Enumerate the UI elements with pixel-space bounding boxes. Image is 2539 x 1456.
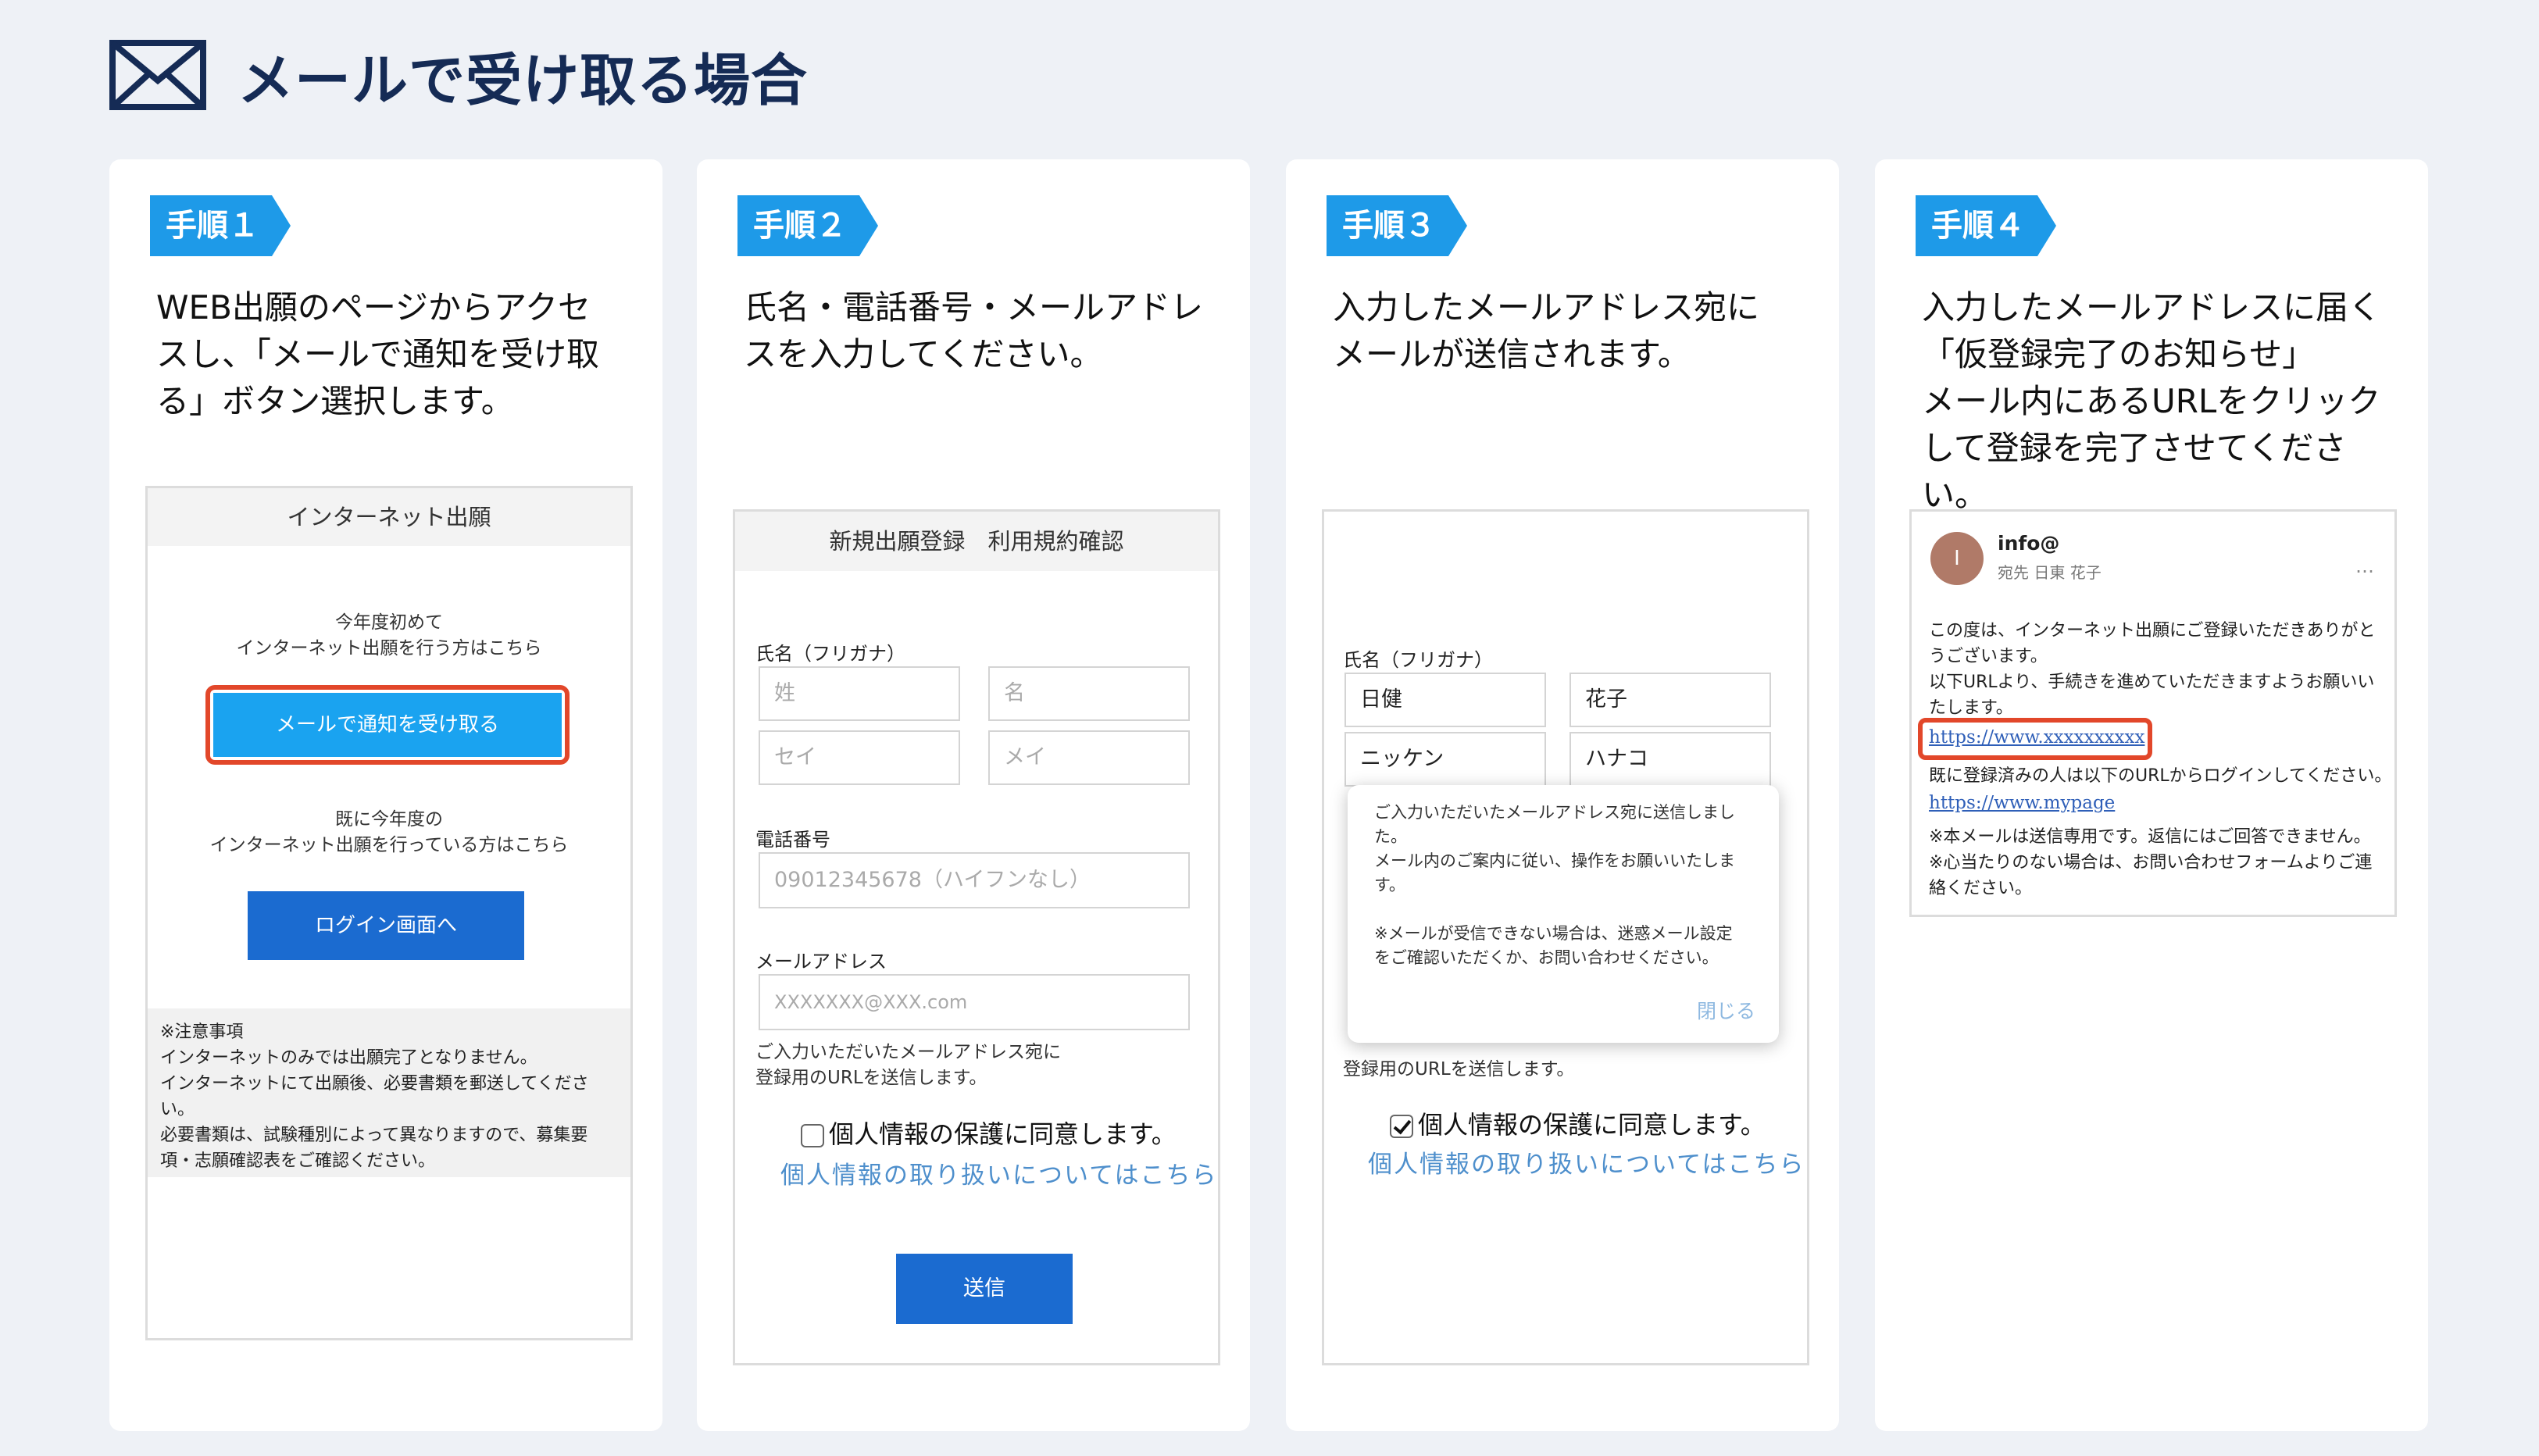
mail-body-intro: この度は、インターネット出願にご登録いただきありがと うございます。 以下URL… [1929,621,2376,718]
step-description: WEB出願のページからアクセ スし、「メールで通知を受け取 る」ボタン選択します… [156,288,600,420]
step-badge: 手順１ [150,195,291,256]
step-badge: 手順２ [737,195,878,256]
privacy-link[interactable]: 個人情報の取り扱いについてはこちら [780,1155,1217,1190]
sei-kana-input[interactable]: セイ [759,730,960,785]
submit-button[interactable]: 送信 [896,1254,1073,1324]
email-note: 登録用のURLを送信します。 [1343,1059,1575,1080]
sender-name: info@ [1998,532,2060,555]
mail-icon [109,40,206,110]
mei-kana-input[interactable]: メイ [988,730,1190,785]
notes-section: ※注意事項 インターネットのみでは出願完了となりません。 インターネットにて出願… [148,1008,630,1177]
mail-body-notice: ※本メールは送信専用です。返信にはご回答できません。 ※心当たりのない場合は、お… [1929,827,2373,898]
agree-checkbox-row[interactable]: 個人情報の保護に同意します。 [801,1115,1177,1151]
email-label: メールアドレス [755,951,887,972]
step-description: 氏名・電話番号・メールアドレ スを入力してください。 [744,288,1204,373]
step-badge: 手順３ [1327,195,1467,256]
page-header: メールで受け取る場合 [109,37,808,113]
screen-title: 新規出願登録 利用規約確認 [735,512,1218,571]
email-note: ご入力いただいたメールアドレス宛に 登録用のURLを送信します。 [755,1042,1061,1088]
step-description: 入力したメールアドレスに届く 「仮登録完了のお知らせ」 メール内にあるURLをク… [1922,288,2382,514]
more-icon[interactable]: … [2355,555,2374,577]
recipient-line: 宛先 日東 花子 [1998,563,2102,582]
mei-kana-input[interactable]: ハナコ [1569,732,1771,787]
privacy-link[interactable]: 個人情報の取り扱いについてはこちら [1368,1144,1805,1179]
step-card-4: 手順４ 入力したメールアドレスに届く 「仮登録完了のお知らせ」 メール内にあるU… [1875,159,2428,1431]
agree-checkbox[interactable] [801,1124,824,1147]
close-button[interactable]: 閉じる [1697,996,1755,1024]
sent-dialog: ご入力いただいたメールアドレス宛に送信しまし た。 メール内のご案内に従い、操作… [1348,785,1779,1043]
screen-title: インターネット出願 [148,488,630,546]
agree-checkbox-row[interactable]: 個人情報の保護に同意します。 [1390,1105,1766,1141]
login-button[interactable]: ログイン画面へ [248,891,524,960]
agree-checkbox-checked[interactable] [1390,1115,1413,1138]
sei-kanji-input[interactable]: 姓 [759,666,960,721]
mail-body-login: 既に登録済みの人は以下のURLからログインしてください。 [1929,766,2392,786]
screen-registration-form: 新規出願登録 利用規約確認 氏名（フリガナ） 姓 名 セイ メイ 電話番号 09… [733,509,1220,1365]
screen-mail-message: I info@ 宛先 日東 花子 … この度は、インターネット出願にご登録いただ… [1909,509,2397,917]
mei-kanji-input[interactable]: 花子 [1569,673,1771,727]
screen-sent-confirmation: 氏名（フリガナ） 日健 花子 ニッケン ハナコ ご入力いただいたメールアドレス宛… [1322,509,1809,1365]
mypage-url-link[interactable]: https://www.mypage [1929,793,2115,813]
existing-user-text: 既に今年度の インターネット出願を行っている方はこちら [209,809,569,855]
screen-internet-application: インターネット出願 今年度初めて インターネット出願を行う方はこちら メールで通… [145,486,633,1340]
name-label: 氏名（フリガナ） [1343,649,1493,671]
step-badge: 手順４ [1916,195,2056,256]
step-description: 入力したメールアドレス宛に メールが送信されます。 [1333,288,1760,373]
page-title: メールで受け取る場合 [237,47,809,113]
registration-url-link[interactable]: https://www.xxxxxxxxxx [1929,727,2144,748]
sei-kanji-input[interactable]: 日健 [1344,673,1546,727]
sei-kana-input[interactable]: ニッケン [1344,732,1546,787]
phone-label: 電話番号 [755,829,830,851]
avatar: I [1930,532,1984,585]
name-label: 氏名（フリガナ） [755,643,905,665]
step-card-2: 手順２ 氏名・電話番号・メールアドレ スを入力してください。 新規出願登録 利用… [697,159,1250,1431]
mail-notify-button[interactable]: メールで通知を受け取る [213,693,562,757]
step-card-3: 手順３ 入力したメールアドレス宛に メールが送信されます。 氏名（フリガナ） 日… [1286,159,1839,1431]
phone-input[interactable]: 09012345678（ハイフンなし） [759,852,1190,908]
first-time-text: 今年度初めて インターネット出願を行う方はこちら [236,612,542,658]
dialog-message: ご入力いただいたメールアドレス宛に送信しまし た。 メール内のご案内に従い、操作… [1374,803,1735,967]
email-input[interactable]: XXXXXXX@XXX.com [759,974,1190,1030]
step-card-1: 手順１ WEB出願のページからアクセ スし、「メールで通知を受け取 る」ボタン選… [109,159,662,1431]
mei-kanji-input[interactable]: 名 [988,666,1190,721]
